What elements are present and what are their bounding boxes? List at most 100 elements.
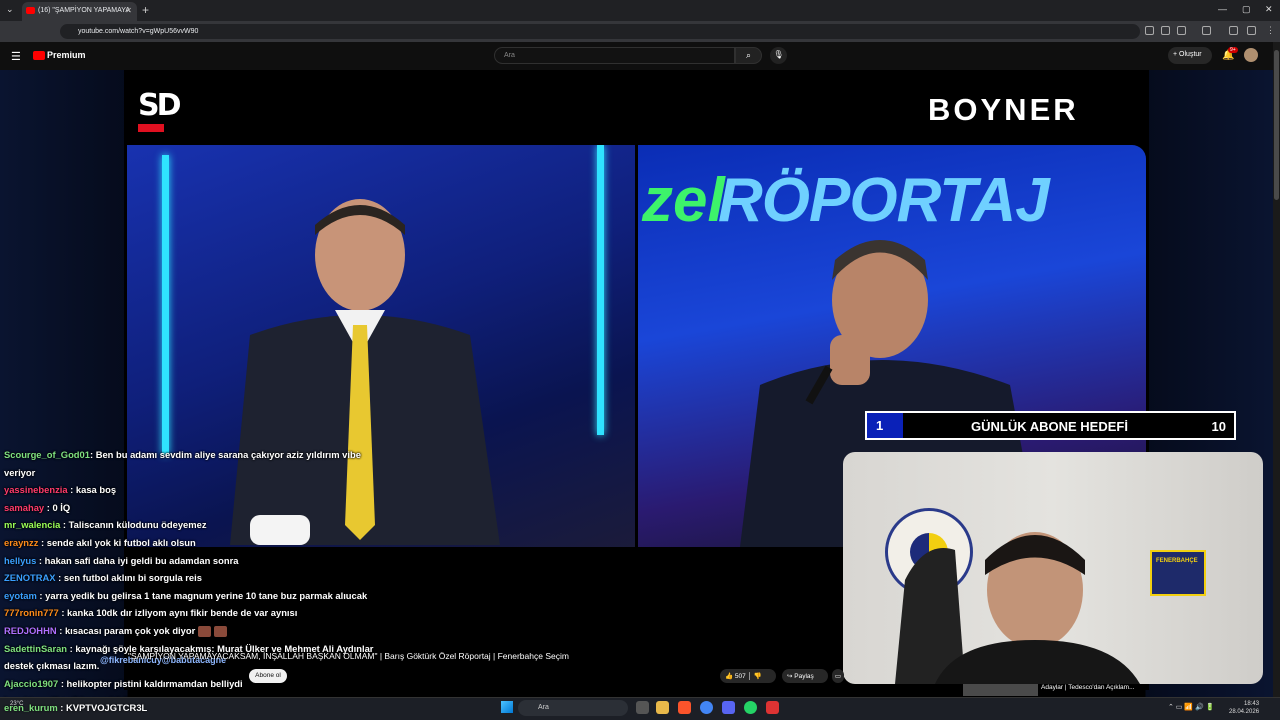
- goal-target: 10: [1211, 419, 1226, 434]
- chat-username: eraynzz: [4, 536, 39, 548]
- chat-message-line: ZENOTRAX : sen futbol aklını bi sorgula …: [4, 569, 424, 587]
- chat-username: 777ronin777: [4, 607, 59, 619]
- next-video-title[interactable]: Adaylar | Tedesco'dan Açıklam...: [1041, 684, 1135, 691]
- share-button[interactable]: ↪ Paylaş: [782, 669, 828, 683]
- chat-message-line: yassinebenzia : kasa boş: [4, 481, 424, 499]
- mic-icon[interactable]: 🎙: [770, 47, 787, 64]
- sponsor-logo: BOYNER: [928, 92, 1079, 127]
- neon-light: [162, 155, 169, 455]
- start-button[interactable]: [501, 701, 513, 713]
- chat-message: : yarra yedik bu gelirsa 1 tane magnum y…: [36, 589, 368, 601]
- chat-username: REDJOHHN: [4, 624, 57, 636]
- chat-username: yassinebenzia: [4, 484, 68, 496]
- chat-message: : sen futbol aklını bi sorgula reis: [55, 572, 202, 584]
- browser-tab-strip: ⌄ (16) "ŞAMPİYON YAPAMAYA ✕ + — ▢ ✕: [0, 0, 1280, 21]
- goal-current: 1: [867, 413, 903, 438]
- chat-message: : kasa boş: [67, 484, 117, 496]
- task-view-icon[interactable]: [636, 701, 649, 714]
- close-window-icon[interactable]: ✕: [1265, 4, 1273, 15]
- share-label: Paylaş: [794, 673, 814, 680]
- youtube-favicon-icon: [26, 7, 35, 14]
- scrollbar-thumb[interactable]: [1274, 50, 1279, 200]
- chat-message: : Ben bu adamı sevdim aliye sarana çakıy…: [89, 449, 361, 460]
- chat-username: eyotam: [4, 589, 37, 601]
- new-tab-icon[interactable]: +: [142, 3, 149, 17]
- chat-message: veriyor: [4, 466, 36, 478]
- save-icon[interactable]: ▭: [832, 669, 844, 683]
- youtube-logo[interactable]: Premium: [33, 50, 86, 61]
- browser-menu-icon[interactable]: ⋮: [1266, 25, 1275, 36]
- clock-time: 18:43: [1244, 701, 1260, 707]
- youtube-play-icon: [33, 51, 45, 61]
- search-icon[interactable]: ⌕: [735, 47, 762, 64]
- chat-message: : Taliscanın külodunu ödeyemez: [60, 519, 207, 531]
- chat-message-line: eraynzz : sende akıl yok ki futbol aklı …: [4, 534, 424, 552]
- tab-list-icon[interactable]: ⌄: [6, 4, 14, 15]
- chat-message-line: Ajaccio1907 : helikopter pistini kaldırm…: [4, 675, 424, 693]
- taskbar-search-label: Ara: [538, 704, 549, 711]
- chat-username: hellyus: [4, 554, 37, 566]
- chat-username: samahay: [4, 501, 45, 513]
- minimize-icon[interactable]: —: [1218, 4, 1227, 14]
- hamburger-menu-icon[interactable]: ☰: [11, 50, 21, 63]
- chat-message-line: hellyus : hakan safi daha iyi geldi bu a…: [4, 552, 424, 570]
- chat-message-line: veriyor: [4, 464, 424, 482]
- chrome-icon[interactable]: [700, 701, 713, 714]
- search-input[interactable]: Ara: [494, 47, 735, 64]
- youtube-logo-text: Premium: [47, 50, 86, 60]
- video-title: "ŞAMPİYON YAPAMAYACAKSAM, İNŞALLAH BAŞKA…: [128, 651, 569, 661]
- close-tab-icon[interactable]: ✕: [125, 6, 132, 15]
- neon-light: [597, 145, 604, 435]
- chat-message: : hakan safi daha iyi geldi bu adamdan s…: [36, 554, 239, 566]
- notification-badge: 9+: [1228, 47, 1238, 53]
- sd-logo-bar: [138, 124, 164, 132]
- chat-message-line: eyotam : yarra yedik bu gelirsa 1 tane m…: [4, 587, 424, 605]
- next-video-thumbnail[interactable]: [963, 684, 1038, 696]
- chat-message: : 0 İQ: [44, 501, 71, 513]
- taskbar-search[interactable]: Ara: [518, 700, 628, 716]
- show-title-green: zel: [642, 166, 725, 235]
- bookmark-star-icon[interactable]: [1177, 26, 1186, 35]
- discord-icon[interactable]: [722, 701, 735, 714]
- chat-username: Ajaccio1907: [4, 677, 59, 689]
- zoom-icon[interactable]: [1161, 26, 1170, 35]
- extensions-icon[interactable]: [1202, 26, 1211, 35]
- like-count: 507: [734, 673, 746, 680]
- chat-emote-icon: [214, 625, 228, 637]
- profile-icon[interactable]: [1229, 26, 1238, 35]
- system-tray[interactable]: ⌃ ▭ 📶 🔊 🔋: [1168, 703, 1214, 711]
- chat-message: : helikopter pistini kaldırmamdan belliy…: [58, 677, 243, 689]
- whatsapp-icon[interactable]: [744, 701, 757, 714]
- create-label: Oluştur: [1179, 51, 1202, 58]
- maximize-icon[interactable]: ▢: [1242, 4, 1251, 15]
- chat-message: : kanka 10dk dır izliyom aynı fikir bend…: [58, 607, 298, 619]
- chat-overlay: Scourge_of_God01: Ben bu adamı sevdim al…: [4, 446, 424, 710]
- chat-emote-icon: [198, 625, 212, 637]
- cast-icon[interactable]: [1145, 26, 1154, 35]
- create-button[interactable]: + Oluştur: [1168, 47, 1212, 64]
- taskbar-clock[interactable]: 18:43 28.04.2026: [1229, 700, 1259, 716]
- chat-message: : sende akıl yok ki futbol aklı olsun: [38, 536, 196, 548]
- avatar[interactable]: [1244, 48, 1258, 62]
- subscribe-button[interactable]: Abone ol: [249, 669, 287, 683]
- chat-username: ZENOTRAX: [4, 572, 56, 584]
- chat-message: : KVPTVOJGTCR3L: [57, 702, 148, 713]
- browser-tab-title: (16) "ŞAMPİYON YAPAMAYA: [38, 7, 131, 14]
- chat-username: eren_kurum: [4, 702, 58, 713]
- chat-message-line: samahay : 0 İQ: [4, 499, 424, 517]
- url-field[interactable]: youtube.com/watch?v=gWpU56vvW90: [60, 24, 1140, 39]
- subscriber-goal-widget: 1 GÜNLÜK ABONE HEDEFİ 10: [865, 411, 1236, 440]
- brave-browser-icon[interactable]: [678, 701, 691, 714]
- clock-date: 28.04.2026: [1229, 709, 1260, 715]
- streamer-figure: [895, 532, 1140, 684]
- extension-red-icon[interactable]: [1247, 26, 1256, 35]
- app-icon[interactable]: [766, 701, 779, 714]
- chat-username: SadettinSaran: [4, 642, 68, 654]
- browser-tab[interactable]: (16) "ŞAMPİYON YAPAMAYA ✕: [22, 2, 137, 21]
- goal-title: GÜNLÜK ABONE HEDEFİ: [971, 419, 1128, 434]
- chat-username: Scourge_of_God01: [4, 449, 90, 460]
- chat-message-line: mr_walencia : Taliscanın külodunu ödeyem…: [4, 516, 424, 534]
- chat-code-line: eren_kurum : KVPTVOJGTCR3L: [4, 702, 147, 713]
- like-button[interactable]: 👍 507 │ 👎: [720, 669, 776, 683]
- file-explorer-icon[interactable]: [656, 701, 669, 714]
